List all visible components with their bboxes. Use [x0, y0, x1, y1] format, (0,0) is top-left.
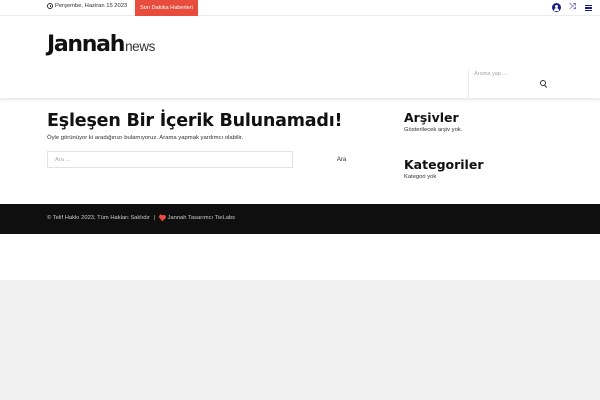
footer-text: © Telif Hakkı 2023, Tüm Hakları Saklıdır… [47, 215, 235, 221]
menu-icon[interactable] [584, 3, 593, 12]
top-bar: Perşembe, Haziran 15 2023 Son Dakika Hab… [0, 0, 600, 16]
topbar-icons: ⤨ [552, 3, 593, 12]
date-text: Perşembe, Haziran 15 2023 [55, 3, 128, 9]
shuffle-icon[interactable]: ⤨ [568, 3, 577, 12]
search-button[interactable]: Ara [293, 151, 390, 168]
search-input[interactable] [47, 151, 293, 168]
logo-sub: news [125, 39, 155, 54]
site-logo[interactable]: Jannah news [47, 32, 155, 57]
heart-icon [159, 215, 165, 221]
credit-link[interactable]: Jannah Tasarımcı TieLabs [167, 215, 235, 221]
copyright-text: © Telif Hakkı 2023, Tüm Hakları Saklıdır [47, 215, 150, 221]
nav-search-input[interactable]: Arama yap ... [474, 71, 507, 77]
breaking-news-button[interactable]: Son Dakika Haberleri [135, 0, 198, 16]
archives-text: Gösterilecek arşiv yok. [404, 127, 463, 133]
clock-icon [47, 3, 53, 9]
main-nav: Arama yap ... [0, 69, 600, 98]
topbar-date: Perşembe, Haziran 15 2023 [47, 3, 127, 9]
footer-separator: | [153, 215, 156, 221]
page-title: Eşleşen Bir İçerik Bulunamadı! [47, 111, 343, 131]
search-icon[interactable] [540, 80, 546, 86]
archives-title: Arşivler [404, 110, 459, 125]
categories-text: Kategori yok [404, 174, 437, 180]
nav-divider [468, 69, 469, 98]
not-found-description: Öyle görünüyor ki aradığınızı bulamıyoru… [47, 135, 244, 141]
logo-main: Jannah [47, 32, 125, 57]
user-icon[interactable] [552, 3, 561, 12]
categories-title: Kategoriler [404, 157, 484, 172]
footer: © Telif Hakkı 2023, Tüm Hakları Saklıdır… [0, 204, 600, 234]
